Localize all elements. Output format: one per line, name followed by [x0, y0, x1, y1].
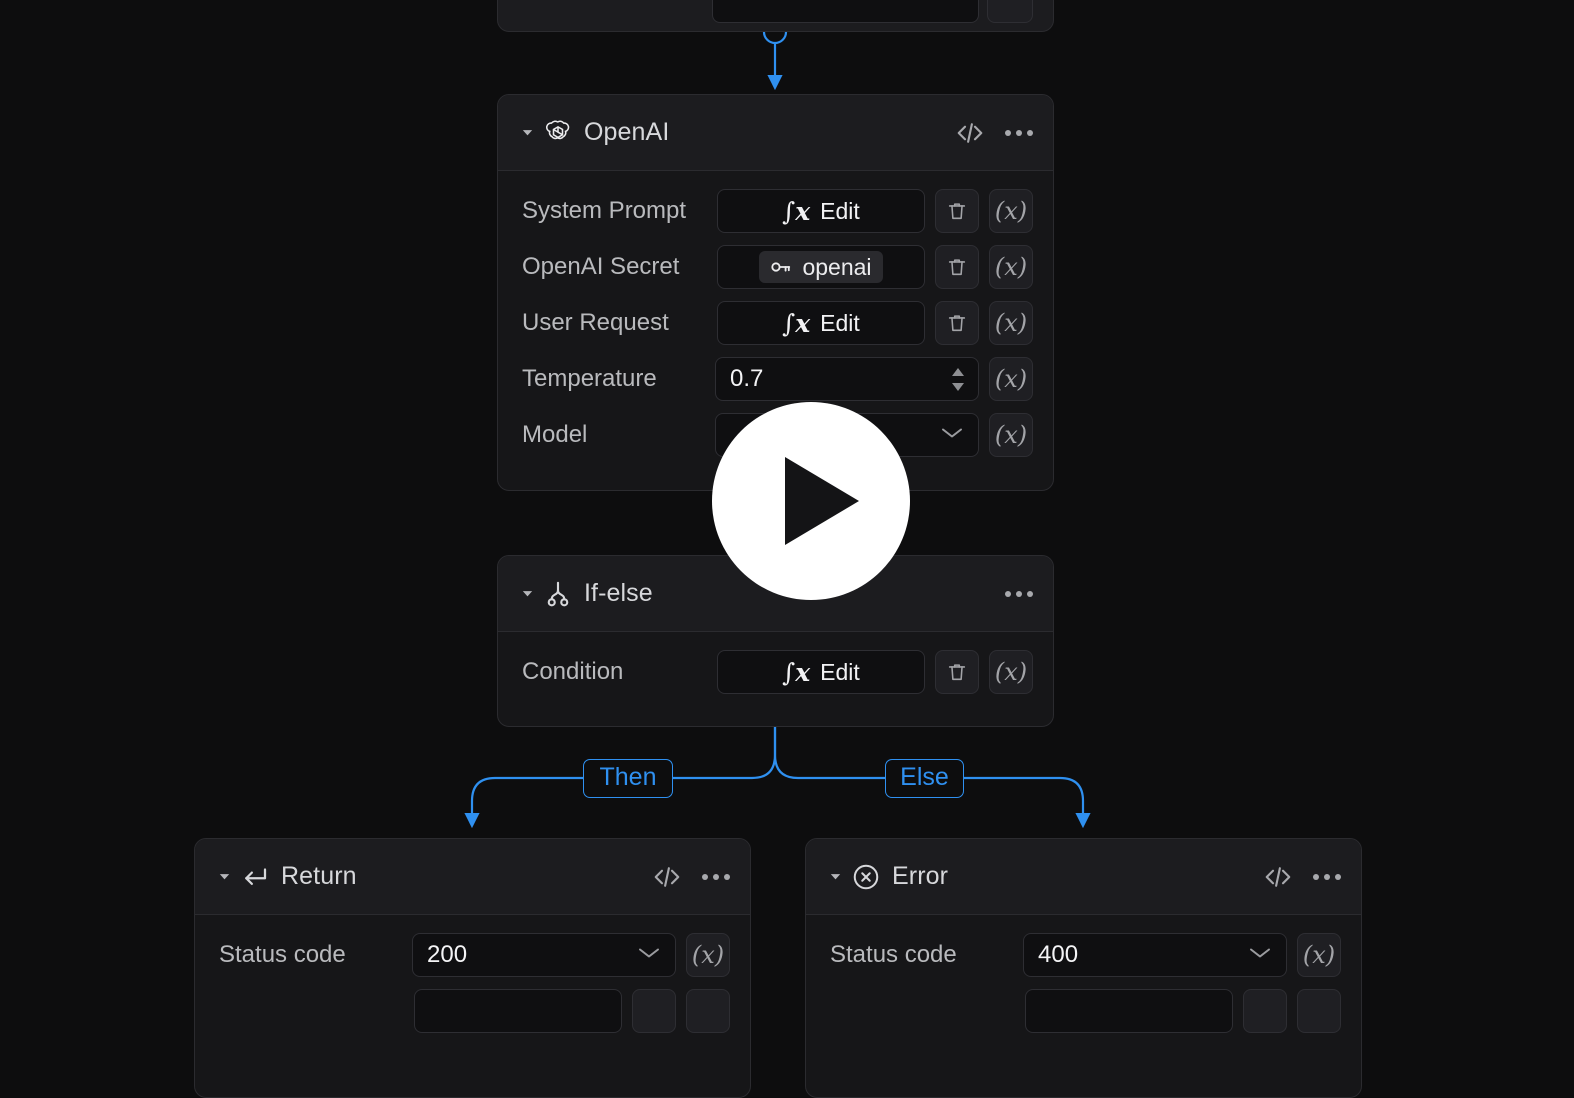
field-label: Status code — [830, 941, 957, 968]
system-prompt-edit-button[interactable]: ∫x Edit — [717, 189, 925, 233]
node-return-header[interactable]: Return — [195, 839, 750, 915]
delete-button[interactable] — [1243, 989, 1287, 1033]
fx-icon: ∫x — [782, 196, 811, 226]
node-ifelse-body: Condition ∫x Edit (x) — [498, 632, 1053, 716]
status-code-select[interactable]: 400 — [1023, 933, 1287, 977]
caret-down-icon[interactable] — [516, 125, 538, 140]
condition-edit-button[interactable]: ∫x Edit — [717, 650, 925, 694]
chevron-down-icon[interactable] — [940, 426, 964, 445]
node-openai-header[interactable]: OpenAI — [498, 95, 1053, 171]
field-value: 0.7 — [730, 365, 764, 392]
chevron-down-icon[interactable] — [637, 946, 661, 965]
field-value: openai — [802, 253, 872, 280]
field-row-condition: Condition ∫x Edit (x) — [522, 650, 1033, 694]
code-brackets-icon[interactable] — [1263, 864, 1293, 890]
field-value: Edit — [820, 658, 860, 685]
field-label: System Prompt — [522, 197, 687, 224]
variable-button[interactable]: (x) — [686, 933, 730, 977]
field-row-status-code: Status code 200 (x) — [219, 933, 730, 977]
field-label: Temperature — [522, 365, 657, 392]
node-return-body: Status code 200 (x) — [195, 915, 750, 1055]
field-row-user-request: User Request ∫x Edit (x) — [522, 301, 1033, 345]
node-error-title: Error — [892, 862, 949, 890]
variable-button[interactable] — [1297, 989, 1341, 1033]
field-value: 400 — [1038, 941, 1079, 968]
delete-button[interactable] — [935, 650, 979, 694]
partial-field-action[interactable] — [987, 0, 1033, 23]
play-triangle — [785, 457, 859, 545]
field-label: User Request — [522, 309, 669, 336]
field-label: Model — [522, 421, 588, 448]
variable-button[interactable]: (x) — [989, 650, 1033, 694]
variable-button[interactable] — [686, 989, 730, 1033]
variable-button[interactable]: (x) — [989, 413, 1033, 457]
fx-icon: ∫x — [782, 657, 811, 687]
workflow-canvas[interactable]: OpenAI System Prompt ∫x Edit (x) OpenA… — [0, 0, 1574, 1098]
delete-button[interactable] — [935, 301, 979, 345]
caret-down-icon[interactable] — [824, 869, 846, 884]
more-horizontal-icon[interactable] — [1005, 129, 1033, 136]
field-label: OpenAI Secret — [522, 253, 680, 280]
field-row-system-prompt: System Prompt ∫x Edit (x) — [522, 189, 1033, 233]
chevron-down-icon[interactable] — [1248, 946, 1272, 965]
field-value: Edit — [820, 309, 860, 336]
openai-logo-icon — [542, 118, 574, 148]
more-horizontal-icon[interactable] — [1313, 873, 1341, 880]
delete-button[interactable] — [935, 189, 979, 233]
field-row-partial-next — [830, 989, 1341, 1033]
variable-button[interactable]: (x) — [989, 301, 1033, 345]
node-openai-title: OpenAI — [584, 118, 670, 146]
node-return-title: Return — [281, 862, 357, 890]
more-horizontal-icon[interactable] — [1005, 590, 1033, 597]
number-stepper[interactable] — [950, 358, 966, 400]
key-icon — [770, 258, 792, 276]
edge-label-else[interactable]: Else — [885, 759, 964, 798]
field-label: Condition — [522, 658, 624, 685]
field-row-openai-secret: OpenAI Secret openai (x) — [522, 245, 1033, 289]
return-arrow-icon — [239, 864, 271, 890]
variable-button[interactable]: (x) — [989, 189, 1033, 233]
field-row-temperature: Temperature 0.7 (x) — [522, 357, 1033, 401]
variable-button[interactable]: (x) — [989, 245, 1033, 289]
caret-down-icon[interactable] — [516, 586, 538, 601]
user-request-edit-button[interactable]: ∫x Edit — [717, 301, 925, 345]
field-row-status-code: Status code 400 (x) — [830, 933, 1341, 977]
temperature-input[interactable]: 0.7 — [715, 357, 979, 401]
variable-button[interactable]: (x) — [989, 357, 1033, 401]
openai-secret-select[interactable]: openai — [717, 245, 925, 289]
field-value: 200 — [427, 941, 468, 968]
delete-button[interactable] — [935, 245, 979, 289]
circle-x-icon — [850, 862, 882, 892]
code-brackets-icon[interactable] — [955, 120, 985, 146]
field-row-partial-next — [219, 989, 730, 1033]
partial-node-above[interactable] — [497, 0, 1054, 32]
code-brackets-icon[interactable] — [652, 864, 682, 890]
status-code-select[interactable]: 200 — [412, 933, 676, 977]
field-label: Status code — [219, 941, 346, 968]
node-error-body: Status code 400 (x) — [806, 915, 1361, 1055]
delete-button[interactable] — [632, 989, 676, 1033]
variable-button[interactable]: (x) — [1297, 933, 1341, 977]
edge-label-then[interactable]: Then — [583, 759, 673, 798]
secret-chip[interactable]: openai — [759, 251, 883, 283]
play-icon[interactable] — [712, 402, 910, 600]
node-error[interactable]: Error Status code 400 (x) — [805, 838, 1362, 1098]
partial-field[interactable] — [414, 989, 622, 1033]
partial-field[interactable] — [1025, 989, 1233, 1033]
branch-fork-icon — [542, 579, 574, 609]
node-error-header[interactable]: Error — [806, 839, 1361, 915]
fx-icon: ∫x — [782, 308, 811, 338]
more-horizontal-icon[interactable] — [702, 873, 730, 880]
field-value: Edit — [820, 197, 860, 224]
partial-field[interactable] — [712, 0, 979, 23]
caret-down-icon[interactable] — [213, 869, 235, 884]
node-return[interactable]: Return Status code 200 (x) — [194, 838, 751, 1098]
